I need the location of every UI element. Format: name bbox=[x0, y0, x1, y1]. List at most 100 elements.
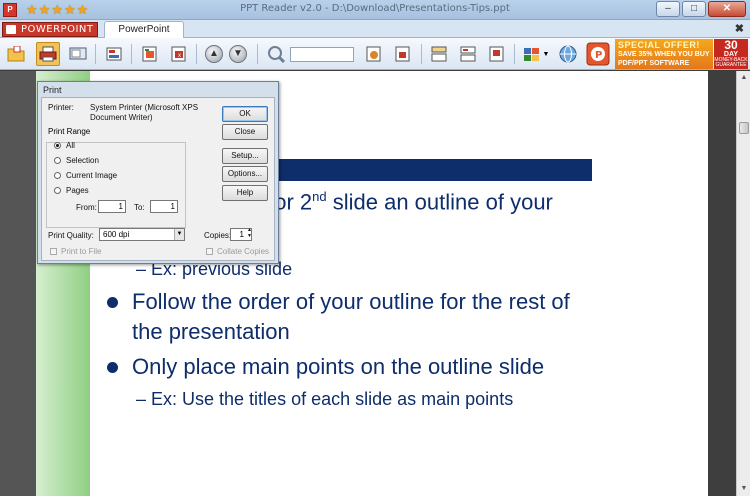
bullet-1-end: slide an outline of your bbox=[326, 189, 553, 215]
convert-button[interactable]: x bbox=[167, 42, 191, 66]
web-button[interactable] bbox=[556, 42, 580, 66]
bullet-2-line-1: Follow the order of your outline for the… bbox=[132, 289, 570, 314]
special-offer-banner[interactable]: SPECIAL OFFER! SAVE 35% WHEN YOU BUY PDF… bbox=[615, 39, 713, 69]
powerpoint-icon: P bbox=[586, 42, 610, 66]
copies-label: Copies: bbox=[204, 231, 232, 240]
range-current-radio[interactable] bbox=[54, 172, 61, 179]
vertical-scrollbar[interactable]: ▲ ▼ bbox=[736, 71, 750, 496]
close-dialog-button[interactable]: Close bbox=[222, 124, 268, 140]
fit-page-button[interactable] bbox=[362, 42, 386, 66]
powerpoint-logo-tab[interactable]: POWERPOINT bbox=[2, 22, 98, 37]
toolbar-separator bbox=[257, 44, 258, 64]
guarantee-text: MONEY-BACK GUARANTEE bbox=[714, 57, 748, 68]
sub-bullet-2: – Ex: Use the titles of each slide as ma… bbox=[136, 389, 514, 409]
minimize-button[interactable]: – bbox=[656, 1, 680, 17]
print-button[interactable] bbox=[36, 42, 60, 66]
close-tab-icon[interactable]: ✖ bbox=[735, 22, 744, 35]
scroll-down-icon[interactable]: ▼ bbox=[738, 482, 750, 496]
open-button[interactable] bbox=[4, 42, 28, 66]
svg-text:x: x bbox=[178, 53, 181, 59]
range-all-label: All bbox=[66, 141, 75, 150]
range-selection-radio[interactable] bbox=[54, 157, 61, 164]
fit-width-button[interactable] bbox=[391, 42, 415, 66]
powerpoint-app-button[interactable]: P bbox=[585, 41, 611, 67]
continuous-page-icon bbox=[460, 46, 476, 62]
continuous-button[interactable] bbox=[456, 42, 480, 66]
chevron-down-icon[interactable]: ▼ bbox=[174, 229, 184, 240]
offer-line-1: SAVE 35% WHEN YOU BUY bbox=[618, 51, 710, 58]
export-slide-icon bbox=[142, 46, 157, 62]
collate-label: Collate Copies bbox=[217, 247, 270, 256]
single-page-button[interactable] bbox=[427, 42, 451, 66]
tab-powerpoint-reader[interactable]: PowerPoint Reader bbox=[104, 21, 184, 51]
left-margin bbox=[0, 71, 36, 496]
slide-view-button[interactable] bbox=[485, 42, 509, 66]
quality-select[interactable]: 600 dpi ▼ bbox=[99, 228, 185, 241]
help-button[interactable]: Help bbox=[222, 185, 268, 201]
bullet-dot bbox=[107, 297, 118, 308]
scroll-thumb[interactable] bbox=[739, 122, 749, 134]
offer-title: SPECIAL OFFER! bbox=[618, 40, 700, 50]
collate-checkbox[interactable] bbox=[206, 248, 213, 255]
toolbar-separator bbox=[514, 44, 515, 64]
maximize-button[interactable]: □ bbox=[682, 1, 706, 17]
close-button[interactable]: ✕ bbox=[708, 1, 746, 17]
search-input[interactable] bbox=[290, 47, 354, 62]
export-button[interactable] bbox=[138, 42, 162, 66]
printer-label: Printer: bbox=[48, 103, 74, 112]
slide-title-band bbox=[260, 159, 592, 181]
dialog-body: Printer: System Printer (Microsoft XPS D… bbox=[41, 97, 275, 261]
money-back-badge[interactable]: 30 DAY MONEY-BACK GUARANTEE bbox=[714, 39, 748, 69]
svg-text:P: P bbox=[595, 50, 602, 61]
arrow-down-icon: ▼ bbox=[229, 45, 247, 63]
chevron-down-icon[interactable]: ▼ bbox=[541, 42, 551, 66]
quality-value: 600 dpi bbox=[103, 230, 130, 239]
slides-icon bbox=[106, 47, 122, 61]
ok-button[interactable]: OK bbox=[222, 106, 268, 122]
print-dialog: Print Printer: System Printer (Microsoft… bbox=[37, 81, 279, 264]
guarantee-number: 30 bbox=[724, 38, 738, 52]
copies-spinner[interactable]: ▲ ▼ bbox=[247, 227, 252, 239]
to-label: To: bbox=[134, 203, 145, 212]
fit-width-icon bbox=[395, 46, 410, 62]
fullscreen-button[interactable] bbox=[66, 42, 90, 66]
range-selection-label: Selection bbox=[66, 156, 99, 165]
folder-open-icon bbox=[7, 46, 25, 62]
powerpoint-logo-icon bbox=[6, 25, 16, 34]
window-title: PPT Reader v2.0 - D:\Download\Presentati… bbox=[240, 3, 510, 14]
toolbar: x ▲ ▼ ▼ P SPECIAL OFFER! SAVE 35% WHEN Y… bbox=[0, 38, 750, 70]
print-range-label: Print Range bbox=[46, 127, 93, 136]
printer-icon bbox=[39, 46, 57, 62]
single-page-icon bbox=[431, 46, 447, 62]
bullet-3: Only place main points on the outline sl… bbox=[132, 354, 545, 379]
title-bar: P ★ ★ ★ ★ ★ PPT Reader v2.0 - D:\Downloa… bbox=[0, 0, 750, 20]
bullet-1-superscript-2: nd bbox=[312, 189, 327, 204]
zoom-button[interactable] bbox=[264, 42, 288, 66]
scroll-up-icon[interactable]: ▲ bbox=[738, 71, 750, 85]
printer-name-line-2: Document Writer) bbox=[90, 113, 153, 122]
bullet-2-line-2: the presentation bbox=[132, 319, 290, 344]
bullet-dot bbox=[107, 362, 118, 373]
next-page-button[interactable]: ▼ bbox=[226, 42, 250, 66]
range-all-radio[interactable] bbox=[54, 142, 61, 149]
from-field[interactable]: 1 bbox=[98, 200, 126, 213]
globe-icon bbox=[559, 45, 577, 63]
to-field[interactable]: 1 bbox=[150, 200, 178, 213]
offer-line-2: PDF/PPT SOFTWARE LICENSES bbox=[618, 60, 690, 67]
toolbar-separator bbox=[196, 44, 197, 64]
monitor-icon bbox=[69, 47, 87, 60]
dialog-title: Print bbox=[43, 85, 62, 95]
toolbar-separator bbox=[95, 44, 96, 64]
slide-show-button[interactable] bbox=[102, 42, 126, 66]
tab-bar: POWERPOINT PowerPoint Reader ✖ bbox=[0, 20, 750, 51]
print-to-file-checkbox[interactable] bbox=[50, 248, 57, 255]
range-pages-radio[interactable] bbox=[54, 187, 61, 194]
previous-page-button[interactable]: ▲ bbox=[202, 42, 226, 66]
toolbar-separator bbox=[421, 44, 422, 64]
setup-button[interactable]: Setup... bbox=[222, 148, 268, 164]
fit-page-icon bbox=[366, 46, 381, 62]
color-tools-icon bbox=[524, 48, 539, 61]
options-button[interactable]: Options... bbox=[222, 166, 268, 182]
slide-view-icon bbox=[489, 46, 504, 62]
logo-label: POWERPOINT bbox=[21, 24, 94, 35]
